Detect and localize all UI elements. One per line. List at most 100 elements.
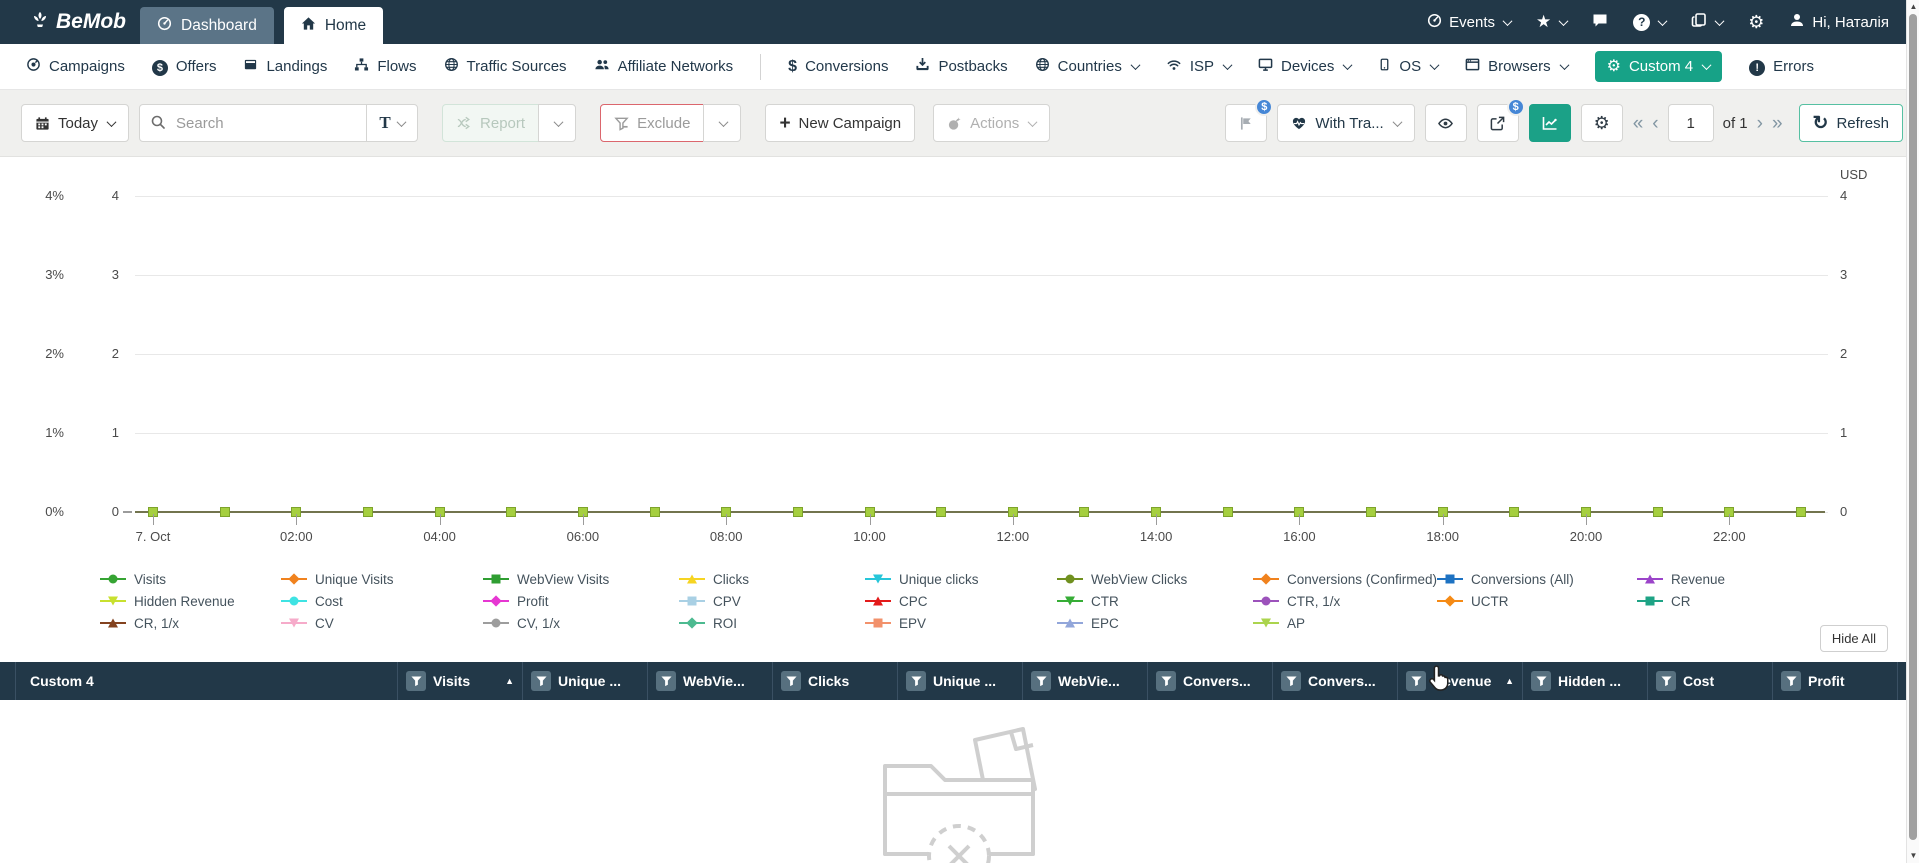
nav-item-errors[interactable]: ! Errors xyxy=(1749,58,1814,76)
column-filter-button[interactable] xyxy=(1281,671,1301,691)
column-filter-button[interactable] xyxy=(1031,671,1051,691)
scroll-down-arrow[interactable]: ▼ xyxy=(1907,850,1919,862)
sort-asc-icon[interactable]: ▲ xyxy=(505,676,514,686)
column-filter-button[interactable] xyxy=(1531,671,1551,691)
topbar-account[interactable]: Hi, Наталія xyxy=(1789,12,1889,32)
column-filter-button[interactable] xyxy=(406,671,426,691)
legend-item-visits[interactable]: Visits xyxy=(100,571,166,587)
search-input[interactable] xyxy=(139,104,368,142)
column-header-convers-[interactable]: Convers... xyxy=(1273,662,1398,700)
column-header-profit[interactable]: Profit xyxy=(1773,662,1898,700)
nav-item-flows[interactable]: Flows xyxy=(354,57,417,76)
tab-dashboard[interactable]: Dashboard xyxy=(140,7,274,44)
last-page-button[interactable]: » xyxy=(1772,114,1783,133)
legend-item-cr-1-x[interactable]: CR, 1/x xyxy=(100,615,179,631)
topbar-help[interactable]: ? xyxy=(1633,13,1668,31)
legend-item-epv[interactable]: EPV xyxy=(865,615,926,631)
page-input[interactable] xyxy=(1667,104,1714,142)
column-header-webvie-[interactable]: WebVie... xyxy=(648,662,773,700)
flag-button[interactable]: $ xyxy=(1225,98,1274,142)
date-range-button[interactable]: Today xyxy=(21,104,130,142)
column-header-unique-[interactable]: Unique ... xyxy=(898,662,1023,700)
first-page-button[interactable]: « xyxy=(1633,114,1644,133)
nav-item-campaigns[interactable]: Campaigns xyxy=(26,57,125,76)
nav-item-landings[interactable]: Landings xyxy=(243,57,327,76)
column-header-convers-[interactable]: Convers... xyxy=(1148,662,1273,700)
prev-page-button[interactable]: ‹ xyxy=(1652,114,1658,133)
next-page-button[interactable]: › xyxy=(1757,114,1763,133)
column-header-cost[interactable]: Cost xyxy=(1648,662,1773,700)
legend-item-webview-visits[interactable]: WebView Visits xyxy=(483,571,609,587)
topbar-chat[interactable] xyxy=(1592,12,1608,32)
nav-item-conversions[interactable]: $ Conversions xyxy=(788,58,888,76)
nav-item-isp[interactable]: ISP xyxy=(1166,58,1233,76)
legend-item-uctr[interactable]: UCTR xyxy=(1437,593,1509,609)
scroll-up-arrow[interactable]: ▲ xyxy=(1907,1,1919,13)
refresh-button[interactable]: ↻ Refresh xyxy=(1798,104,1903,142)
tab-home[interactable]: Home xyxy=(283,7,384,44)
column-header-webvie-[interactable]: WebVie... xyxy=(1023,662,1148,700)
legend-item-cv-1-x[interactable]: CV, 1/x xyxy=(483,615,560,631)
legend-item-cr[interactable]: CR xyxy=(1637,593,1691,609)
column-filter-button[interactable] xyxy=(781,671,801,691)
exclude-button[interactable]: Exclude xyxy=(600,104,705,142)
legend-item-profit[interactable]: Profit xyxy=(483,593,549,609)
column-filter-button[interactable] xyxy=(656,671,676,691)
legend-item-cost[interactable]: Cost xyxy=(281,593,343,609)
report-dropdown-button[interactable] xyxy=(538,104,577,142)
visibility-button[interactable] xyxy=(1424,104,1467,142)
column-filter-button[interactable] xyxy=(1406,671,1426,691)
nav-item-countries[interactable]: Countries xyxy=(1035,57,1141,76)
legend-item-epc[interactable]: EPC xyxy=(1057,615,1119,631)
legend-item-cpc[interactable]: CPC xyxy=(865,593,928,609)
column-header-visits[interactable]: Visits ▲ xyxy=(398,662,523,700)
nav-item-affiliate-networks[interactable]: Affiliate Networks xyxy=(594,57,733,76)
actions-button[interactable]: Actions xyxy=(933,104,1051,142)
legend-item-conversions-all-[interactable]: Conversions (All) xyxy=(1437,571,1574,587)
legend-item-revenue[interactable]: Revenue xyxy=(1637,571,1725,587)
nav-item-postbacks[interactable]: Postbacks xyxy=(915,57,1008,76)
sort-asc-icon[interactable]: ▲ xyxy=(1505,676,1514,686)
legend-item-ctr-1-x[interactable]: CTR, 1/x xyxy=(1253,593,1340,609)
chart-toggle-button[interactable] xyxy=(1528,104,1571,142)
topbar-favorites[interactable]: ★ xyxy=(1536,13,1569,31)
legend-item-cpv[interactable]: CPV xyxy=(679,593,741,609)
column-header-unique-[interactable]: Unique ... xyxy=(523,662,648,700)
nav-item-os[interactable]: OS xyxy=(1378,57,1440,76)
legend-item-unique-visits[interactable]: Unique Visits xyxy=(281,571,394,587)
nav-item-devices[interactable]: Devices xyxy=(1258,57,1353,76)
topbar-events[interactable]: Events xyxy=(1427,13,1513,32)
column-header-revenue[interactable]: Revenue ▲ xyxy=(1398,662,1523,700)
column-header-hidden-[interactable]: Hidden ... xyxy=(1523,662,1648,700)
hide-all-button[interactable]: Hide All xyxy=(1819,625,1888,652)
columns-settings-button[interactable]: ⚙ xyxy=(1580,104,1623,142)
new-campaign-button[interactable]: + New Campaign xyxy=(765,104,916,142)
search-type-button[interactable]: T xyxy=(366,104,419,142)
nav-item-custom4[interactable]: ⚙ Custom 4 xyxy=(1594,51,1723,82)
topbar-settings[interactable]: ⚙ xyxy=(1748,13,1764,32)
legend-item-ap[interactable]: AP xyxy=(1253,615,1305,631)
share-button[interactable]: $ xyxy=(1476,98,1525,142)
report-button[interactable]: Report xyxy=(442,104,540,142)
column-filter-button[interactable] xyxy=(1156,671,1176,691)
column-filter-button[interactable] xyxy=(1656,671,1676,691)
nav-item-traffic-sources[interactable]: Traffic Sources xyxy=(444,57,567,76)
scrollbar-thumb[interactable] xyxy=(1909,14,1917,840)
column-filter-button[interactable] xyxy=(906,671,926,691)
legend-item-conversions-confirmed-[interactable]: Conversions (Confirmed) xyxy=(1253,571,1437,587)
column-filter-button[interactable] xyxy=(531,671,551,691)
status-filter-dropdown[interactable]: With Tra... xyxy=(1277,104,1415,142)
column-header-clicks[interactable]: Clicks xyxy=(773,662,898,700)
column-header-custom-4[interactable]: Custom 4 xyxy=(16,662,398,700)
legend-item-unique-clicks[interactable]: Unique clicks xyxy=(865,571,979,587)
bemob-logo[interactable]: BeMob xyxy=(30,9,126,35)
column-filter-button[interactable] xyxy=(1781,671,1801,691)
legend-item-clicks[interactable]: Clicks xyxy=(679,571,749,587)
legend-item-webview-clicks[interactable]: WebView Clicks xyxy=(1057,571,1187,587)
legend-item-roi[interactable]: ROI xyxy=(679,615,737,631)
legend-item-cv[interactable]: CV xyxy=(281,615,334,631)
legend-item-ctr[interactable]: CTR xyxy=(1057,593,1119,609)
topbar-docs[interactable] xyxy=(1691,12,1725,32)
nav-item-offers[interactable]: $ Offers xyxy=(151,58,216,76)
exclude-dropdown-button[interactable] xyxy=(703,104,742,142)
